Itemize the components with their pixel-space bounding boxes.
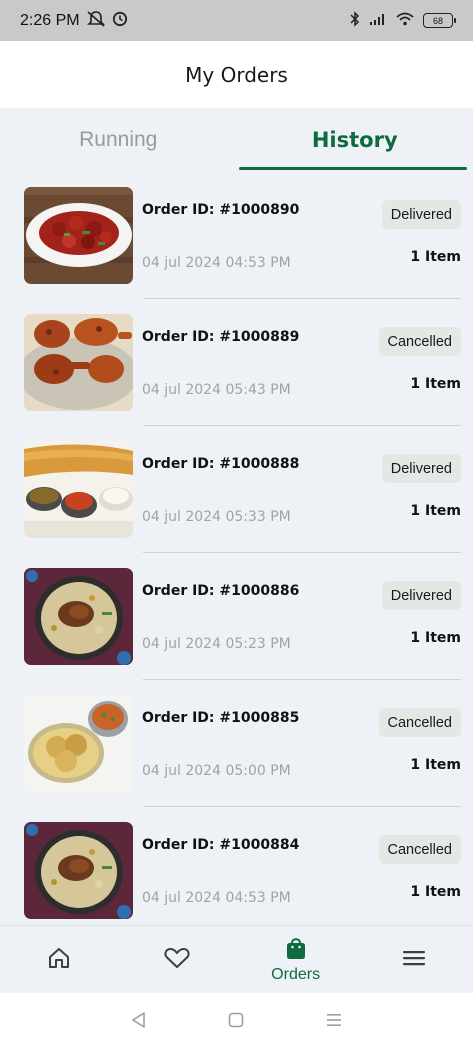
order-id: Order ID: #1000886	[142, 583, 300, 599]
recents-icon[interactable]	[325, 1011, 343, 1033]
status-badge: Cancelled	[378, 708, 461, 737]
order-date: 04 jul 2024 04:53 PM	[142, 890, 291, 906]
item-count: 1 Item	[410, 376, 461, 392]
status-bar: 2:26 PM 68	[0, 0, 473, 41]
tab-running[interactable]: Running	[0, 108, 237, 172]
puri-bhaji-image	[24, 695, 133, 792]
notifications-off-icon	[86, 10, 106, 32]
fried-chicken-image	[24, 314, 133, 411]
status-badge: Delivered	[381, 581, 461, 610]
system-nav-bar	[0, 993, 473, 1050]
order-date: 04 jul 2024 05:23 PM	[142, 636, 291, 652]
nav-menu[interactable]	[355, 926, 473, 993]
order-id: Order ID: #1000888	[142, 456, 300, 472]
alarm-icon	[112, 11, 128, 31]
nav-orders[interactable]: Orders	[237, 926, 355, 993]
order-id: Order ID: #1000885	[142, 710, 300, 726]
chicken-biryani-image	[24, 822, 133, 919]
order-row[interactable]: Order ID: #1000884 04 jul 2024 04:53 PM …	[0, 807, 473, 925]
status-badge: Cancelled	[378, 835, 461, 864]
heart-icon	[164, 947, 190, 973]
home-icon	[47, 947, 71, 973]
order-date: 04 jul 2024 05:00 PM	[142, 763, 291, 779]
home-square-icon[interactable]	[227, 1011, 245, 1033]
app-header: My Orders	[0, 41, 473, 108]
item-count: 1 Item	[410, 757, 461, 773]
item-count: 1 Item	[410, 249, 461, 265]
order-id: Order ID: #1000884	[142, 837, 300, 853]
menu-icon	[402, 949, 426, 971]
order-tabs: Running History	[0, 108, 473, 172]
chicken-biryani-image	[24, 568, 133, 665]
chilli-chicken-image	[24, 187, 133, 284]
order-row[interactable]: Order ID: #1000888 04 jul 2024 05:33 PM …	[0, 426, 473, 553]
order-date: 04 jul 2024 04:53 PM	[142, 255, 291, 271]
order-id: Order ID: #1000890	[142, 202, 300, 218]
order-row[interactable]: Order ID: #1000885 04 jul 2024 05:00 PM …	[0, 680, 473, 807]
battery-icon: 68	[423, 13, 456, 28]
signal-icon	[369, 11, 387, 30]
tab-history[interactable]: History	[237, 108, 473, 172]
bottom-nav: Orders	[0, 925, 473, 993]
page-title: My Orders	[185, 62, 288, 87]
item-count: 1 Item	[410, 503, 461, 519]
masala-dosa-image	[24, 441, 133, 538]
nav-favorites[interactable]	[118, 926, 236, 993]
wifi-icon	[396, 11, 414, 30]
order-row[interactable]: Order ID: #1000889 04 jul 2024 05:43 PM …	[0, 299, 473, 426]
status-badge: Delivered	[381, 454, 461, 483]
shopping-bag-icon	[285, 936, 307, 964]
order-date: 04 jul 2024 05:43 PM	[142, 382, 291, 398]
order-row[interactable]: Order ID: #1000886 04 jul 2024 05:23 PM …	[0, 553, 473, 680]
status-time: 2:26 PM	[20, 11, 80, 29]
order-row[interactable]: Order ID: #1000890 04 jul 2024 04:53 PM …	[0, 172, 473, 299]
status-badge: Cancelled	[378, 327, 461, 356]
item-count: 1 Item	[410, 630, 461, 646]
bluetooth-icon	[350, 10, 360, 31]
status-badge: Delivered	[381, 200, 461, 229]
item-count: 1 Item	[410, 884, 461, 900]
order-id: Order ID: #1000889	[142, 329, 300, 345]
orders-list[interactable]: Order ID: #1000890 04 jul 2024 04:53 PM …	[0, 172, 473, 925]
nav-orders-label: Orders	[271, 965, 321, 983]
nav-home[interactable]	[0, 926, 118, 993]
back-icon[interactable]	[130, 1011, 148, 1033]
order-date: 04 jul 2024 05:33 PM	[142, 509, 291, 525]
